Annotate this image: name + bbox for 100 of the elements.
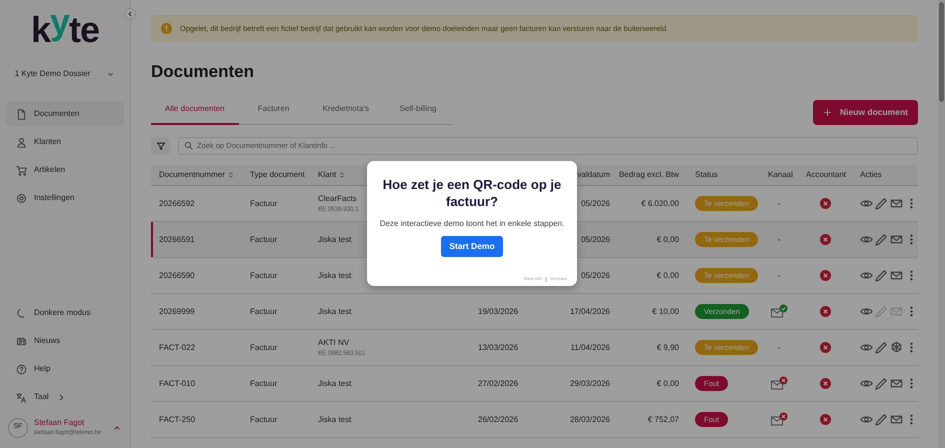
sidebar-item[interactable]: Nieuws — [6, 329, 70, 353]
pencil-icon — [875, 305, 888, 318]
start-demo-button[interactable]: Start Demo — [441, 236, 503, 257]
table-cell: € 752,07 — [648, 414, 679, 424]
scrollbar-thumb[interactable] — [939, 2, 944, 102]
send-button[interactable] — [890, 377, 903, 390]
search-icon — [184, 141, 193, 150]
chevron-left-icon — [126, 10, 134, 18]
moon-icon — [16, 308, 27, 318]
table-cell: Factuur — [250, 306, 278, 316]
send-button[interactable] — [890, 197, 903, 210]
table-cell: FACT-010 — [159, 378, 196, 388]
filter-icon — [156, 140, 166, 151]
edit-button[interactable] — [875, 197, 888, 210]
tab[interactable]: Alle documenten — [151, 96, 239, 125]
table-cell: Factuur — [250, 270, 278, 280]
table-cell: Factuur — [250, 378, 278, 388]
table-cell: € 6.020,00 — [641, 198, 679, 208]
tab[interactable]: Kredietnota's — [308, 96, 384, 125]
pencil-icon — [875, 377, 888, 390]
filter-button[interactable] — [151, 136, 170, 155]
column-header: Kanaal — [768, 170, 793, 179]
table-cell: € 10,00 — [652, 306, 679, 316]
sort-icon — [227, 170, 236, 179]
sidebar-item[interactable]: Artikelen — [6, 158, 76, 182]
mail-icon — [890, 197, 903, 210]
table-cell: 05/2026 — [581, 234, 610, 244]
table-cell: € 9,90 — [656, 342, 679, 352]
table-cell: - — [778, 342, 780, 352]
column-header[interactable]: Klant — [318, 170, 336, 179]
sidebar-item[interactable]: Donkere modus — [6, 301, 100, 325]
newspaper-icon — [16, 336, 27, 346]
table-cell: € 0,00 — [656, 378, 679, 388]
table-cell: 20266590 — [159, 270, 195, 280]
dialog-title: Hoe zet je een QR-code op je factuur? — [382, 177, 562, 211]
brand-icon — [544, 276, 548, 282]
client-name: Jiska test — [318, 306, 352, 318]
column-header: Bedrag excl. Btw — [618, 170, 679, 179]
network-icon — [890, 341, 903, 354]
table-cell: 13/03/2026 — [478, 342, 518, 352]
table-cell: 05/2026 — [581, 270, 610, 280]
dossier-selector[interactable]: 1 Kyte Demo Dossier — [14, 68, 90, 80]
table-cell: 28/03/2026 — [570, 414, 610, 424]
cart-icon — [16, 164, 27, 176]
send-button[interactable] — [890, 413, 903, 426]
table-cell: FACT-022 — [159, 342, 196, 352]
client-name: Jiska test — [318, 234, 352, 246]
column-header: Status — [695, 170, 718, 179]
table-cell: - — [778, 198, 780, 208]
translate-icon — [16, 392, 27, 402]
table-cell: 26/02/2026 — [478, 414, 518, 424]
tab[interactable]: Self-billing — [383, 96, 454, 125]
column-header: Accountant — [806, 170, 846, 179]
edit-button[interactable] — [875, 269, 888, 282]
table-cell: 05/2026 — [581, 198, 610, 208]
pencil-icon — [875, 233, 888, 246]
table-cell: Factuur — [250, 342, 278, 352]
send-button[interactable] — [890, 341, 903, 354]
edit-button[interactable] — [875, 377, 888, 390]
sidebar-item[interactable]: Klanten — [6, 130, 72, 154]
table-cell: 20266592 — [159, 198, 195, 208]
user-name: Stefaan Fagot — [34, 417, 86, 429]
sidebar-item[interactable]: Documenten — [6, 102, 124, 126]
table-cell: - — [778, 270, 780, 280]
new-document-button[interactable]: Nieuw document — [812, 100, 918, 125]
table-cell: FACT-250 — [159, 414, 196, 424]
sidebar-item[interactable]: Help — [6, 357, 60, 381]
info-icon — [161, 23, 172, 34]
send-button[interactable] — [890, 233, 903, 246]
table-cell: Factuur — [250, 234, 278, 244]
client-name: AKTI NV — [318, 336, 350, 349]
page-title: Documenten — [151, 62, 255, 83]
mail-icon — [890, 269, 903, 282]
send-button[interactable] — [890, 269, 903, 282]
table-cell: 11/04/2026 — [570, 342, 610, 352]
mail-icon — [890, 233, 903, 246]
scrollbar[interactable] — [938, 0, 945, 448]
client-name: Jiska test — [318, 270, 352, 282]
collapse-button[interactable] — [124, 8, 136, 20]
logo: kyte — [30, 12, 100, 48]
edit-button[interactable] — [875, 413, 888, 426]
pencil-icon — [875, 197, 888, 210]
pencil-icon — [875, 269, 888, 282]
sidebar-item[interactable]: Taal — [6, 385, 77, 409]
edit-button[interactable] — [875, 233, 888, 246]
table-cell: 20266591 — [159, 234, 195, 244]
sort-icon — [338, 170, 346, 179]
person-icon — [16, 136, 27, 148]
table-cell: 19/03/2026 — [478, 306, 518, 316]
edit-button[interactable] — [875, 341, 888, 354]
table-cell: Factuur — [250, 414, 278, 424]
column-header: valdatum — [578, 170, 610, 179]
table-cell: Factuur — [250, 198, 278, 208]
pencil-icon — [875, 341, 888, 354]
help-icon — [16, 364, 27, 374]
mail-icon — [890, 305, 903, 318]
sidebar-item[interactable]: Instellingen — [6, 186, 84, 210]
document-icon — [16, 108, 27, 120]
tab[interactable]: Facturen — [238, 96, 309, 125]
table-cell: 27/02/2026 — [478, 378, 518, 388]
